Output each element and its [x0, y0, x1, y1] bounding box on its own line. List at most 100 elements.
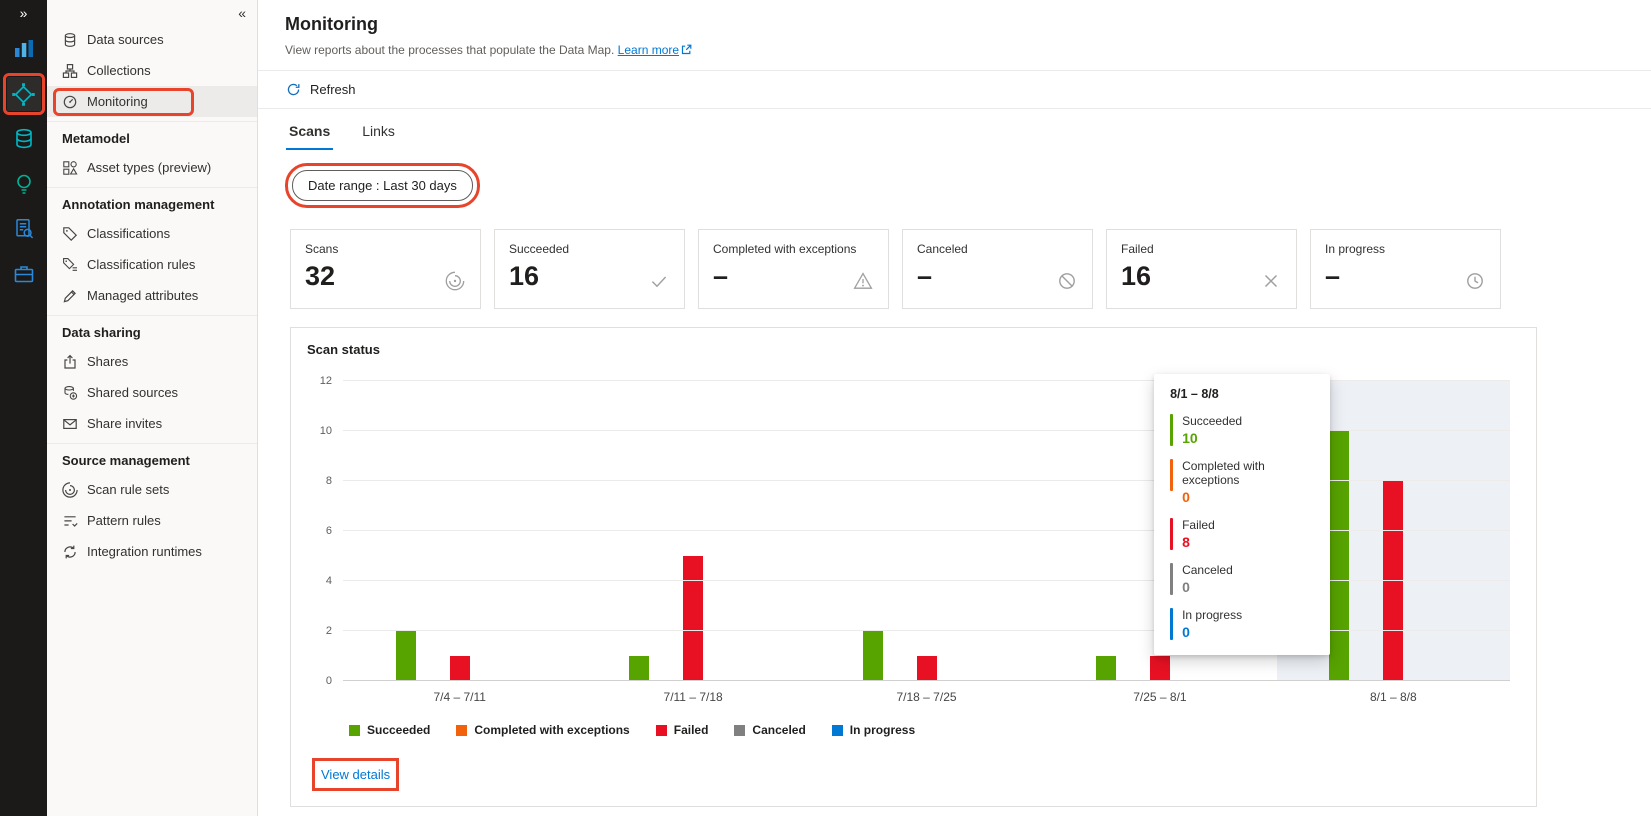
bar-failed-7-4-7-11[interactable] — [449, 656, 470, 681]
tooltip-entry: Canceled 0 — [1170, 563, 1314, 595]
bar-slot — [1434, 381, 1461, 681]
subtitle-text: View reports about the processes that po… — [285, 43, 615, 57]
pattern-rules-icon — [62, 513, 78, 529]
tooltip-series-value: 0 — [1182, 489, 1190, 505]
sidebar-item-classifications[interactable]: Classifications — [47, 218, 257, 249]
tooltip-entry: Failed 8 — [1170, 518, 1314, 550]
gridline — [343, 380, 1510, 381]
sidebar-item-shares[interactable]: Shares — [47, 346, 257, 377]
date-range-button[interactable]: Date range : Last 30 days — [285, 163, 480, 208]
stat-label: Canceled — [917, 242, 968, 256]
tooltip-series-swatch — [1170, 518, 1174, 550]
bar-slot — [1407, 381, 1434, 681]
bar-succeeded-7-18-7-25[interactable] — [862, 631, 883, 681]
sidebar-section-data-sharing: Data sharing — [47, 315, 257, 346]
tooltip-entry: Completed with exceptions 0 — [1170, 459, 1314, 505]
management-icon[interactable] — [7, 257, 41, 291]
bar-succeeded-7-11-7-18[interactable] — [629, 656, 650, 681]
bar-slot — [500, 381, 527, 681]
classifications-icon — [62, 226, 78, 242]
data-catalog-icon[interactable] — [7, 122, 41, 156]
bar-failed-7-11-7-18[interactable] — [683, 556, 704, 681]
tab-scans[interactable]: Scans — [286, 121, 334, 150]
stat-label: Failed — [1121, 242, 1154, 256]
policy-icon[interactable] — [7, 212, 41, 246]
x-icon — [1261, 271, 1281, 291]
bar-slot — [967, 381, 994, 681]
sidebar-item-label: Asset types (preview) — [87, 160, 212, 175]
stat-label: Succeeded — [509, 242, 570, 256]
bar-slot — [1119, 381, 1146, 681]
stat-card-in-progress: In progress – — [1310, 229, 1501, 309]
bar-slot — [734, 381, 761, 681]
legend-item-completed-with-exceptions[interactable]: Completed with exceptions — [456, 723, 630, 737]
y-tick-label: 4 — [325, 575, 332, 587]
y-axis: 0 2 4 6 8 10 12 — [307, 375, 343, 687]
tooltip-series-swatch — [1170, 414, 1174, 446]
sidebar-item-classification-rules[interactable]: Classification rules — [47, 249, 257, 280]
tab-links[interactable]: Links — [359, 121, 398, 150]
tooltip-series-label: Failed — [1182, 518, 1215, 532]
stat-card-scans: Scans 32 — [290, 229, 481, 309]
legend-item-in-progress[interactable]: In progress — [831, 723, 915, 737]
data-map-icon[interactable] — [2, 73, 45, 115]
reports-icon[interactable] — [7, 32, 41, 66]
collapse-sidebar-button[interactable]: « — [238, 5, 246, 21]
tooltip-series-label: In progress — [1182, 608, 1243, 622]
sidebar-item-integration-runtimes[interactable]: Integration runtimes — [47, 536, 257, 567]
insights-icon[interactable] — [7, 167, 41, 201]
legend-item-failed[interactable]: Failed — [655, 723, 708, 737]
tooltip-series-swatch — [1170, 608, 1174, 640]
legend-item-succeeded[interactable]: Succeeded — [349, 723, 430, 737]
sidebar-item-scan-rule-sets[interactable]: Scan rule sets — [47, 474, 257, 505]
collections-icon — [62, 63, 78, 79]
bar-failed-7-18-7-25[interactable] — [916, 656, 937, 681]
page-header: Monitoring View reports about the proces… — [258, 0, 1651, 71]
sidebar-item-shared-sources[interactable]: Shared sources — [47, 377, 257, 408]
x-tick-label: 7/25 – 8/1 — [1133, 690, 1187, 704]
sidebar-item-collections[interactable]: Collections — [47, 55, 257, 86]
bar-slot — [680, 381, 707, 681]
scan-status-card: Scan status 0 2 4 6 8 10 12 8/1 – 8/8 Succeede… — [290, 327, 1537, 807]
legend-swatch — [349, 724, 360, 736]
stat-card-failed: Failed 16 — [1106, 229, 1297, 309]
y-tick-label: 10 — [319, 425, 332, 437]
y-tick-label: 0 — [325, 675, 332, 687]
bar-slot — [940, 381, 967, 681]
app-rail: » — [0, 0, 47, 816]
bar-failed-8-1-8-8[interactable] — [1383, 481, 1404, 681]
sidebar-item-share-invites[interactable]: Share invites — [47, 408, 257, 439]
stat-value: – — [1325, 261, 1341, 291]
sidebar-item-asset-types-preview[interactable]: Asset types (preview) — [47, 152, 257, 183]
tooltip-entry: Succeeded 10 — [1170, 414, 1314, 446]
bar-failed-7-25-8-1[interactable] — [1149, 656, 1170, 681]
sidebar-item-managed-attributes[interactable]: Managed attributes — [47, 280, 257, 311]
stat-value: 16 — [509, 261, 540, 291]
stat-label: Completed with exceptions — [713, 242, 857, 256]
database-icon — [62, 32, 78, 48]
bar-succeeded-8-1-8-8[interactable] — [1329, 431, 1350, 681]
expand-rail-button[interactable]: » — [20, 6, 28, 20]
chart-tooltip: 8/1 – 8/8 Succeeded 10 Completed with exce… — [1154, 374, 1331, 655]
learn-more-link[interactable]: Learn more — [618, 43, 679, 57]
sidebar-item-pattern-rules[interactable]: Pattern rules — [47, 505, 257, 536]
category-band-7-11-7-18 — [576, 381, 809, 681]
bar-succeeded-7-25-8-1[interactable] — [1095, 656, 1116, 681]
page-subtitle: View reports about the processes that po… — [285, 43, 1627, 57]
refresh-button[interactable]: Refresh — [258, 71, 1651, 109]
bar-slot — [446, 381, 473, 681]
bar-slot — [653, 381, 680, 681]
stat-value: 32 — [305, 261, 336, 291]
bar-succeeded-7-4-7-11[interactable] — [395, 631, 416, 681]
view-details-link[interactable]: View details — [311, 758, 400, 791]
sidebar-item-label: Monitoring — [87, 94, 148, 109]
sidebar-item-data-sources[interactable]: Data sources — [47, 24, 257, 55]
legend-item-canceled[interactable]: Canceled — [734, 723, 806, 737]
sidebar-section-source-management: Source management — [47, 443, 257, 474]
sidebar-item-monitoring[interactable]: Monitoring — [47, 86, 257, 117]
sidebar-item-label: Integration runtimes — [87, 544, 202, 559]
bar-slot — [913, 381, 940, 681]
content-area: Date range : Last 30 days Scans 32 Succeed… — [258, 150, 1651, 807]
bar-slot — [419, 381, 446, 681]
asset-types-icon — [62, 160, 78, 176]
